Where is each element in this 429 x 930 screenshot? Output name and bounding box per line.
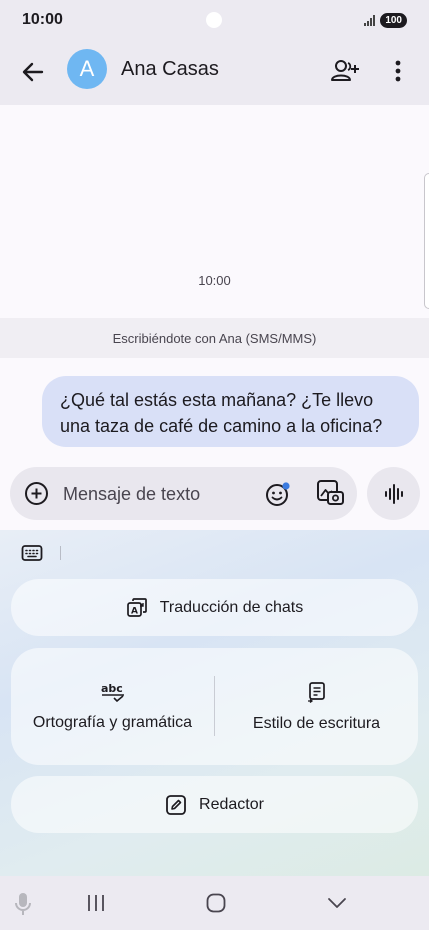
attach-button[interactable] (24, 481, 49, 506)
edit-icon (166, 794, 186, 815)
writing-style-icon (307, 681, 325, 703)
add-person-icon (331, 60, 359, 81)
contact-avatar[interactable]: A (67, 49, 107, 89)
writing-style-button[interactable]: Estilo de escritura (215, 648, 418, 765)
composer-label: Redactor (199, 795, 264, 813)
writing-style-label: Estilo de escritura (252, 714, 381, 732)
home-icon (206, 893, 226, 913)
waveform-icon (384, 483, 403, 504)
more-options-button[interactable] (384, 55, 412, 87)
emoji-button[interactable] (265, 481, 291, 507)
battery-indicator: 100 (380, 12, 407, 28)
camera-cutout (206, 12, 222, 28)
scroll-handle[interactable] (424, 173, 429, 309)
conversation-info-banner: Escribiéndote con Ana (SMS/MMS) (0, 318, 429, 358)
hide-keyboard-button[interactable] (326, 895, 348, 911)
gallery-icon (317, 480, 344, 505)
message-timestamp: 10:00 (198, 273, 231, 288)
home-button[interactable] (206, 893, 226, 913)
chat-translation-label: Traducción de chats (159, 598, 304, 616)
spelling-grammar-button[interactable]: abc Ortografía y gramática (11, 648, 214, 765)
emoji-icon (266, 482, 290, 506)
svg-text:A: A (131, 606, 138, 616)
conversation-header: A Ana Casas (0, 40, 429, 105)
chevron-down-icon (328, 898, 346, 908)
gallery-button[interactable] (315, 478, 345, 508)
outgoing-message-bubble[interactable]: ¿Qué tal estás esta mañana? ¿Te llevo un… (42, 376, 419, 447)
translate-icon: A (126, 597, 147, 617)
voice-input-button[interactable] (13, 891, 33, 917)
writing-tools-card: abc Ortografía y gramática Estilo de esc… (11, 648, 418, 765)
arrow-left-icon (22, 62, 44, 82)
ai-tools-panel: A Traducción de chats abc Ortografía y g… (0, 530, 429, 876)
signal-icon (364, 14, 376, 26)
status-time: 10:00 (22, 11, 63, 28)
toolbar-divider (60, 546, 61, 560)
contact-name[interactable]: Ana Casas (121, 58, 219, 81)
keyboard-icon (21, 545, 43, 561)
more-vert-icon (395, 60, 401, 82)
voice-message-button[interactable] (367, 467, 420, 520)
navigation-bar (0, 876, 429, 930)
plus-circle-icon (25, 482, 48, 505)
compose-bar (10, 467, 357, 520)
recents-icon (88, 895, 104, 911)
status-bar: 10:00 100 (0, 0, 429, 40)
chat-translation-button[interactable]: A Traducción de chats (11, 579, 418, 636)
status-icons: 100 (364, 12, 407, 28)
add-contact-button[interactable] (328, 55, 362, 87)
recent-apps-button[interactable] (85, 893, 107, 913)
svg-text:abc: abc (101, 682, 123, 695)
composer-button[interactable]: Redactor (11, 776, 418, 833)
keyboard-toggle-button[interactable] (21, 544, 43, 562)
spellcheck-icon: abc (101, 682, 124, 702)
mic-icon (15, 893, 31, 915)
back-button[interactable] (18, 57, 48, 87)
message-input[interactable] (63, 482, 253, 506)
spelling-grammar-label: Ortografía y gramática (32, 713, 193, 731)
